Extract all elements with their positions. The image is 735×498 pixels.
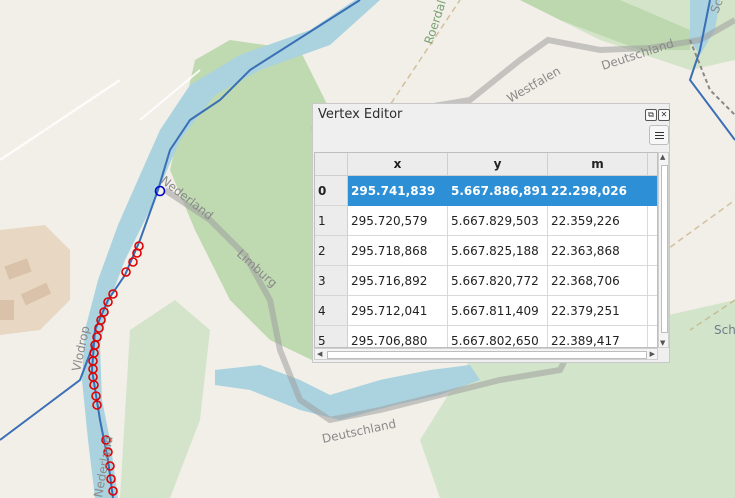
menu-icon	[655, 132, 664, 133]
cell-y[interactable]: 5.667.886,891	[448, 176, 548, 206]
label-westfalen: Westfalen	[505, 64, 563, 106]
cell-filler	[648, 236, 657, 266]
menu-icon-line	[655, 138, 664, 139]
cell-m[interactable]: 22.368,706	[548, 266, 648, 296]
cell-y[interactable]: 5.667.802,650	[448, 326, 548, 347]
corner-header[interactable]	[315, 153, 348, 176]
row-index[interactable]: 1	[315, 206, 348, 236]
cell-x[interactable]: 295.712,041	[348, 296, 448, 326]
table-row[interactable]: 3 295.716,892 5.667.820,772 22.368,706	[315, 266, 657, 296]
row-index[interactable]: 4	[315, 296, 348, 326]
table-row[interactable]: 4 295.712,041 5.667.811,409 22.379,251	[315, 296, 657, 326]
cell-filler	[648, 296, 657, 326]
column-header-m[interactable]: m	[548, 153, 648, 176]
scroll-down-icon[interactable]: ▼	[660, 339, 665, 347]
cell-x[interactable]: 295.706,880	[348, 326, 448, 347]
table-row[interactable]: 0 295.741,839 5.667.886,891 22.298,026	[315, 176, 657, 206]
scrollbar-thumb[interactable]	[327, 351, 647, 359]
cell-m[interactable]: 22.363,868	[548, 236, 648, 266]
table-row[interactable]: 5 295.706,880 5.667.802,650 22.389,417	[315, 326, 657, 347]
column-header-x[interactable]: x	[348, 153, 448, 176]
cell-m[interactable]: 22.379,251	[548, 296, 648, 326]
vertex-editor-title: Vertex Editor	[318, 107, 403, 122]
label-sch: Sch	[714, 323, 735, 337]
scroll-right-icon[interactable]: ▶	[650, 349, 655, 359]
table-row[interactable]: 1 295.720,579 5.667.829,503 22.359,226	[315, 206, 657, 236]
building	[0, 300, 14, 320]
options-menu-button[interactable]	[649, 125, 669, 145]
cell-filler	[648, 266, 657, 296]
cell-m[interactable]: 22.298,026	[548, 176, 648, 206]
cell-y[interactable]: 5.667.820,772	[448, 266, 548, 296]
label-roerdal: Roerdal	[422, 0, 449, 46]
column-header-filler	[648, 153, 657, 176]
vertex-table: x y m 0 295.741,839 5.667.886,891 22.298…	[314, 152, 658, 348]
cell-y[interactable]: 5.667.825,188	[448, 236, 548, 266]
scrollbar-thumb[interactable]	[661, 165, 668, 333]
menu-icon-line	[655, 135, 664, 136]
table-row[interactable]: 2 295.718,868 5.667.825,188 22.363,868	[315, 236, 657, 266]
row-index[interactable]: 3	[315, 266, 348, 296]
cell-y[interactable]: 5.667.811,409	[448, 296, 548, 326]
scroll-up-icon[interactable]: ▲	[660, 153, 665, 161]
scroll-left-icon[interactable]: ◀	[317, 349, 322, 359]
close-icon[interactable]: ✕	[658, 109, 670, 121]
cell-filler	[648, 176, 657, 206]
cell-m[interactable]: 22.389,417	[548, 326, 648, 347]
cell-filler	[648, 206, 657, 236]
vertical-scrollbar[interactable]: ▲ ▼	[658, 152, 669, 348]
cell-x[interactable]: 295.716,892	[348, 266, 448, 296]
column-header-y[interactable]: y	[448, 153, 548, 176]
cell-filler	[648, 326, 657, 347]
restore-window-icon[interactable]: ⧉	[645, 109, 657, 121]
cell-m[interactable]: 22.359,226	[548, 206, 648, 236]
cell-y[interactable]: 5.667.829,503	[448, 206, 548, 236]
cell-x[interactable]: 295.720,579	[348, 206, 448, 236]
row-index[interactable]: 5	[315, 326, 348, 347]
row-index[interactable]: 0	[315, 176, 348, 206]
horizontal-scrollbar[interactable]: ◀ ▶	[314, 348, 658, 360]
cell-x[interactable]: 295.718,868	[348, 236, 448, 266]
row-index[interactable]: 2	[315, 236, 348, 266]
cell-x[interactable]: 295.741,839	[348, 176, 448, 206]
vertex-editor-panel: Vertex Editor ⧉ ✕ x y m 0 295.741,839 5.…	[312, 103, 670, 363]
